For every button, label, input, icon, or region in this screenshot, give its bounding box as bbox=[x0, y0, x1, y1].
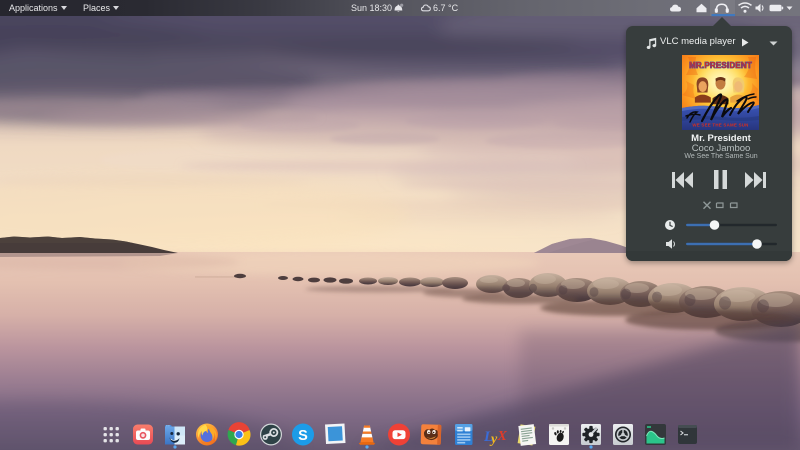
svg-text:WE SEE THE SAME SUN: WE SEE THE SAME SUN bbox=[692, 123, 748, 128]
svg-text:MR.PRESIDENT: MR.PRESIDENT bbox=[689, 61, 752, 70]
